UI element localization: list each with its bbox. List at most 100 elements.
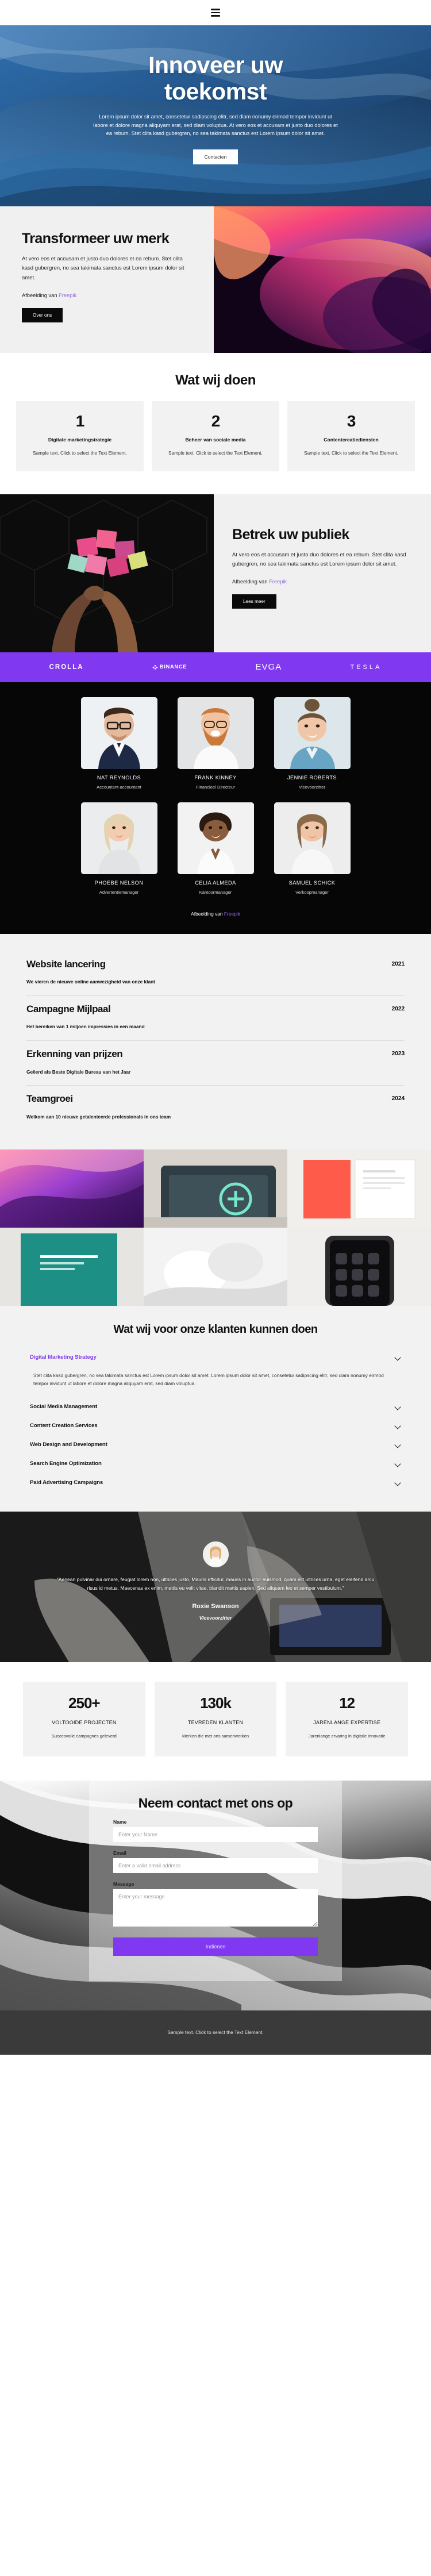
- timeline-item-subtitle: We vieren de nieuwe online aanwezigheid …: [26, 979, 155, 985]
- service-card-desc: Sample text. Click to select the Text El…: [33, 451, 127, 456]
- services-card-list: 1 Digitale marketingstrategie Sample tex…: [16, 401, 415, 471]
- stat-label: TEVREDEN KLANTEN: [187, 1719, 244, 1725]
- gallery-item: [144, 1228, 287, 1306]
- image-gallery: [0, 1149, 431, 1306]
- hamburger-menu-icon[interactable]: [211, 9, 220, 17]
- stat-description: Jarenlange ervaring in digitale innovati…: [308, 1733, 386, 1739]
- service-card-title: Contentcreatiediensten: [324, 437, 379, 443]
- service-card-number: 1: [75, 412, 85, 430]
- accordion-header[interactable]: Social Media Management: [30, 1397, 401, 1416]
- contact-title: Neem contact met ons op: [138, 1795, 293, 1810]
- contact-name-field: Name: [113, 1819, 318, 1843]
- timeline-item-subtitle: Geëerd als Beste Digitale Bureau van het…: [26, 1068, 131, 1075]
- name-input[interactable]: [113, 1827, 318, 1843]
- contact-section: Neem contact met ons op Name Email Messa…: [0, 1780, 431, 2010]
- logo-binance: BINANCE: [152, 664, 187, 670]
- service-card[interactable]: 3 Contentcreatiediensten Sample text. Cl…: [287, 401, 415, 471]
- chevron-down-icon[interactable]: [395, 1441, 401, 1448]
- team-member[interactable]: FRANK KINNEY Financieel Directeur: [177, 697, 254, 790]
- stat-card: 12 JARENLANGE EXPERTISE Jarenlange ervar…: [286, 1681, 409, 1756]
- hero-contact-button[interactable]: Contacten: [193, 149, 238, 165]
- teal-book-mockup-image: [0, 1228, 144, 1306]
- accordion-label: Social Media Management: [30, 1403, 98, 1410]
- accordion-header[interactable]: Digital Marketing Strategy: [30, 1348, 401, 1367]
- message-textarea[interactable]: [113, 1889, 318, 1927]
- avatar: [80, 802, 157, 874]
- stat-number: 130k: [200, 1694, 232, 1712]
- team-member[interactable]: PHOEBE NELSON Advertentiemanager: [80, 802, 157, 895]
- timeline-item-title: Website lancering: [26, 958, 106, 970]
- hero-title-line-2: toekomst: [164, 78, 267, 105]
- avatar: [274, 697, 351, 769]
- engage-credit: Afbeelding van Freepik: [232, 579, 413, 585]
- team-member-role: Accountant-accountant: [97, 784, 141, 790]
- team-member-name: JENNIE ROBERTS: [287, 774, 337, 781]
- email-input[interactable]: [113, 1858, 318, 1874]
- team-member-name: PHOEBE NELSON: [94, 879, 144, 886]
- chevron-down-icon[interactable]: [395, 1422, 401, 1429]
- team-member[interactable]: NAT REYNOLDS Accountant-accountant: [80, 697, 157, 790]
- accordion-label: Digital Marketing Strategy: [30, 1354, 97, 1361]
- submit-button[interactable]: Indienen: [113, 1937, 318, 1956]
- gallery-item: [287, 1228, 431, 1306]
- chevron-down-icon[interactable]: [395, 1479, 401, 1486]
- team-row: PHOEBE NELSON Advertentiemanager CELIA A…: [0, 802, 431, 895]
- timeline-item: Erkenning van prijzen Geëerd als Beste D…: [26, 1041, 405, 1085]
- transform-section: Transformeer uw merk At vero eos et accu…: [0, 206, 431, 353]
- accordion-header[interactable]: Content Creation Services: [30, 1416, 401, 1435]
- stat-card: 130k TEVREDEN KLANTEN Merken die met ons…: [154, 1681, 277, 1756]
- transform-about-button[interactable]: Over ons: [22, 307, 63, 322]
- transform-text-column: Transformeer uw merk At vero eos et accu…: [0, 206, 214, 353]
- team-member[interactable]: CELIA ALMEDA Kantoormanager: [177, 802, 254, 895]
- contact-name-label: Name: [113, 1819, 127, 1825]
- timeline-item-subtitle: Welkom aan 10 nieuwe getalenteerde profe…: [26, 1113, 171, 1120]
- accordion-label: Paid Advertising Campaigns: [30, 1479, 103, 1486]
- stat-number: 250+: [68, 1694, 101, 1712]
- team-member[interactable]: JENNIE ROBERTS Vicevoorzitter: [274, 697, 351, 790]
- laptop-mockup-image: [144, 1149, 287, 1228]
- hamburger-bar: [211, 9, 220, 10]
- engage-credit-link[interactable]: Freepik: [269, 579, 287, 585]
- hero-title: Innoveer uw toekomst: [34, 52, 397, 105]
- contact-email-label: Email: [113, 1850, 126, 1856]
- chevron-down-icon[interactable]: [395, 1354, 401, 1360]
- accordion-header[interactable]: Web Design and Development: [30, 1435, 401, 1454]
- team-member[interactable]: SAMUEL SCHICK Verkoopmanager: [274, 802, 351, 895]
- avatar: [177, 697, 254, 769]
- accordion-header[interactable]: Paid Advertising Campaigns: [30, 1473, 401, 1492]
- logo-evga: EVGA: [256, 662, 282, 672]
- service-card-title: Beheer van sociale media: [185, 437, 246, 443]
- timeline-item: Website lancering We vieren de nieuwe on…: [26, 951, 405, 995]
- timeline-section: Website lancering We vieren de nieuwe on…: [0, 933, 431, 1150]
- chevron-down-icon[interactable]: [395, 1404, 401, 1410]
- accordion-header[interactable]: Search Engine Optimization: [30, 1454, 401, 1473]
- team-credit-link[interactable]: Freepik: [224, 911, 240, 917]
- contact-message-label: Message: [113, 1881, 134, 1887]
- site-footer: Sample text. Click to select the Text El…: [0, 2010, 431, 2055]
- chevron-down-icon[interactable]: [395, 1460, 401, 1467]
- timeline-item-year: 2023: [391, 1049, 405, 1057]
- binance-diamond-icon: [152, 664, 158, 670]
- gallery-item: [144, 1149, 287, 1228]
- accordion-item: Digital Marketing Strategy Stet clita ka…: [30, 1348, 401, 1397]
- accordion-label: Web Design and Development: [30, 1441, 107, 1448]
- hero-section: Innoveer uw toekomst Lorem ipsum dolor s…: [0, 25, 431, 206]
- team-member-name: SAMUEL SCHICK: [288, 879, 336, 886]
- engage-readmore-button[interactable]: Lees meer: [232, 594, 276, 609]
- testimonial-author-role: Vicevoorzitter: [199, 1615, 232, 1621]
- hamburger-bar: [211, 11, 220, 14]
- service-card[interactable]: 2 Beheer van sociale media Sample text. …: [152, 401, 279, 471]
- portrait-image: [177, 697, 254, 769]
- contact-message-field: Message: [113, 1881, 318, 1929]
- accordion-label: Search Engine Optimization: [30, 1460, 102, 1467]
- team-member-name: FRANK KINNEY: [194, 774, 237, 781]
- engage-credit-prefix: Afbeelding van: [232, 579, 270, 585]
- contact-form-panel: Neem contact met ons op Name Email Messa…: [89, 1780, 342, 1982]
- stat-label: JARENLANGE EXPERTISE: [313, 1719, 381, 1725]
- team-member-role: Verkoopmanager: [295, 889, 329, 895]
- timeline-item-year: 2021: [391, 960, 405, 967]
- accordion-label: Content Creation Services: [30, 1422, 98, 1429]
- transform-image: [214, 206, 431, 353]
- transform-credit-link[interactable]: Freepik: [59, 293, 76, 298]
- service-card[interactable]: 1 Digitale marketingstrategie Sample tex…: [16, 401, 144, 471]
